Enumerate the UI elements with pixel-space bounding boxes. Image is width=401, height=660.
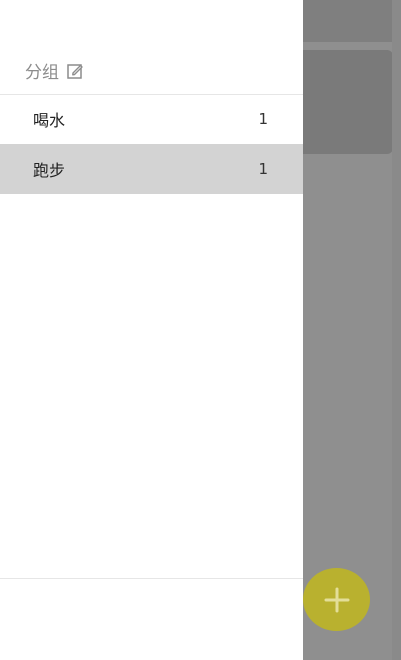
group-row-name: 跑步	[33, 161, 66, 180]
group-title-label: 分组	[25, 63, 59, 83]
background-toolbar	[302, 0, 401, 42]
app-screen: 分组 喝水 1 跑步 1	[0, 0, 401, 660]
group-drawer: 分组 喝水 1 跑步 1	[0, 0, 303, 660]
drawer-bottom-divider	[0, 578, 303, 579]
background-add-card[interactable]	[302, 50, 393, 154]
group-row-count: 1	[258, 160, 268, 178]
drawer-header: 分组	[0, 0, 303, 95]
background-scrollbar	[392, 0, 401, 660]
group-row-name: 喝水	[33, 111, 66, 130]
add-fab-button[interactable]	[303, 568, 370, 631]
group-row-drink-water[interactable]: 喝水 1	[0, 94, 303, 144]
group-title: 分组	[25, 58, 84, 83]
edit-icon[interactable]	[66, 62, 84, 80]
group-row-running[interactable]: 跑步 1	[0, 144, 303, 194]
plus-icon	[324, 587, 349, 612]
group-row-count: 1	[258, 110, 268, 128]
